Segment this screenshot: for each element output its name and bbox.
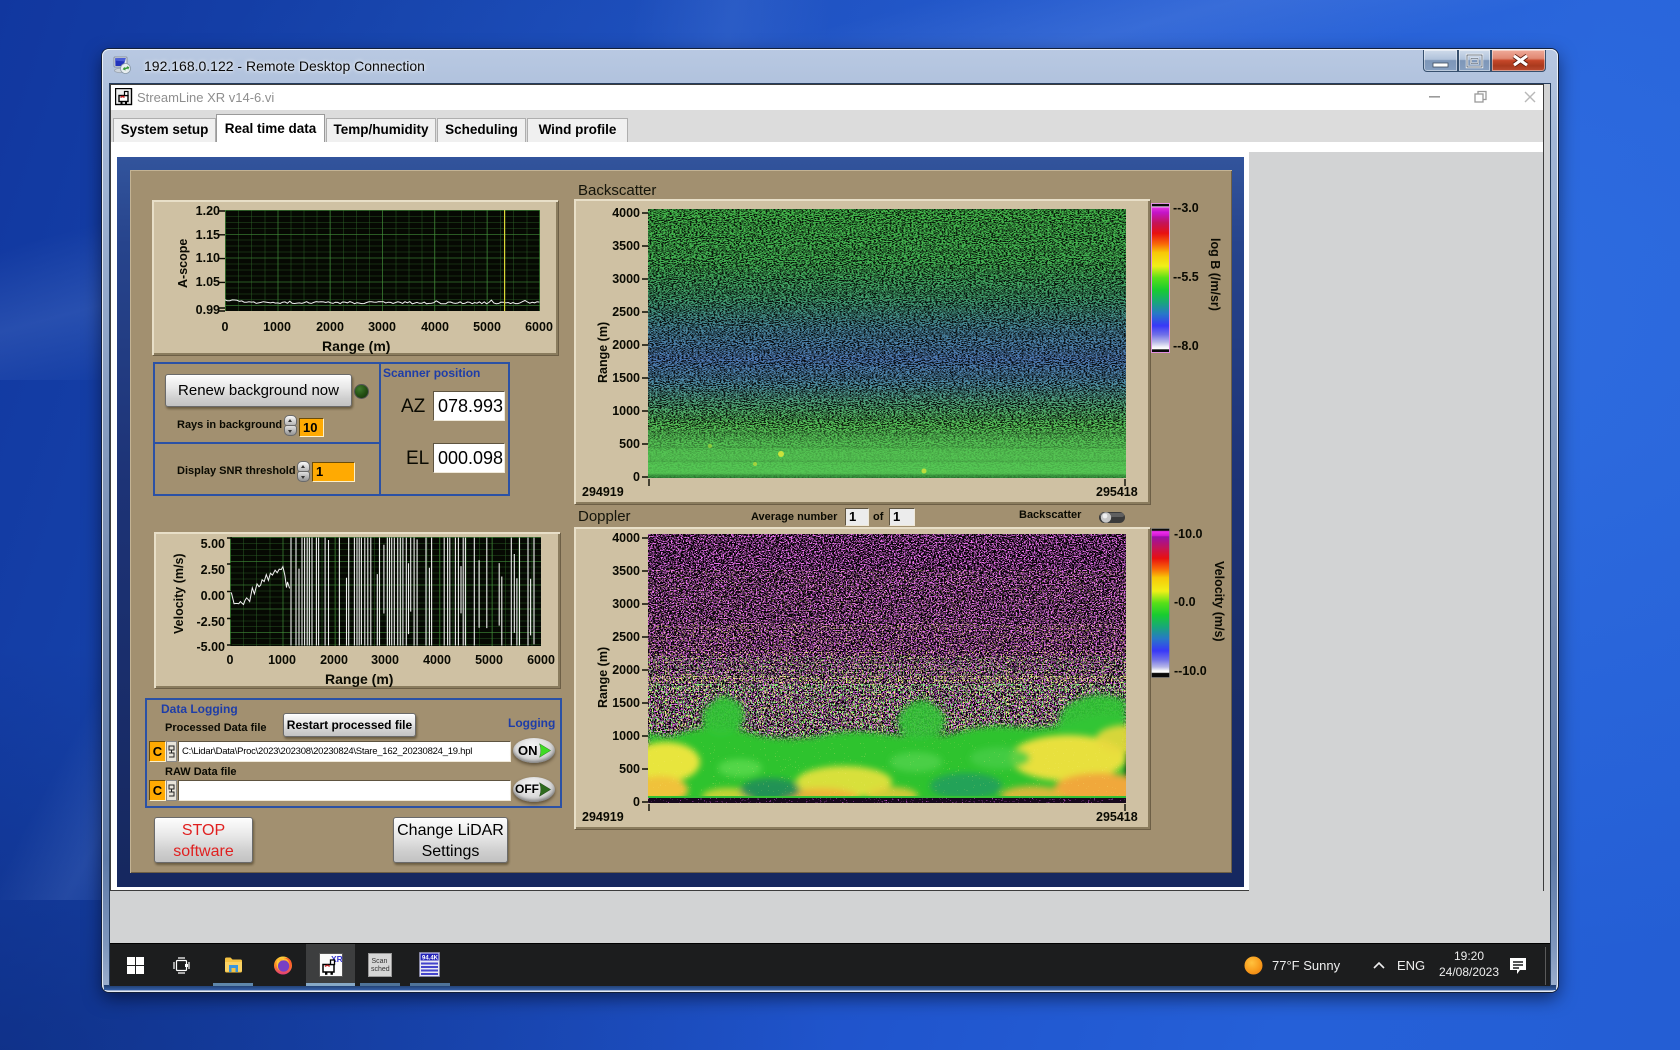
svg-text:Scan: Scan [372,958,388,965]
svg-text:sched: sched [371,966,390,973]
svg-text:94.4K: 94.4K [422,956,439,962]
